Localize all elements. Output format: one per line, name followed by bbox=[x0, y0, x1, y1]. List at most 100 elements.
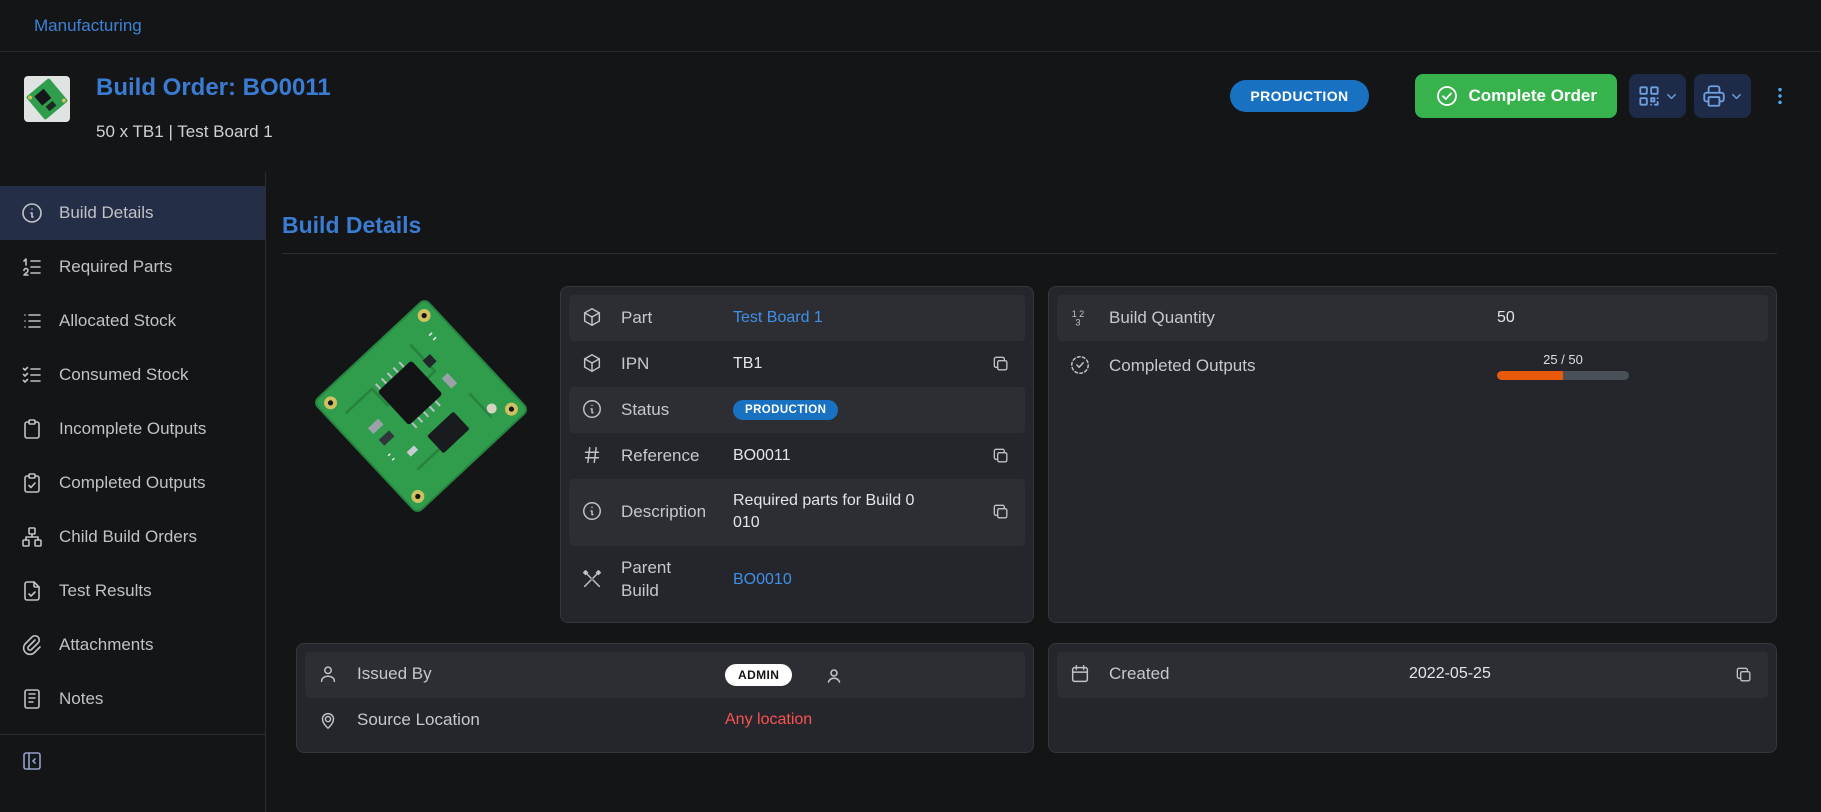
sidebar-item-label: Child Build Orders bbox=[59, 527, 197, 547]
breadcrumb: Manufacturing bbox=[0, 0, 1821, 52]
issued-by-badge: ADMIN bbox=[725, 664, 792, 686]
calendar-icon bbox=[1069, 663, 1093, 687]
header-actions: PRODUCTION Complete Order bbox=[1230, 74, 1791, 118]
part-details-card: Part Test Board 1 IPN TB1 bbox=[560, 286, 1034, 623]
sidebar-collapse-button[interactable] bbox=[20, 749, 44, 773]
detail-row-description: Description Required parts for Build 001… bbox=[569, 479, 1025, 546]
info-circle-icon bbox=[20, 201, 44, 225]
detail-label: Reference bbox=[621, 445, 733, 468]
breadcrumb-link-manufacturing[interactable]: Manufacturing bbox=[34, 16, 142, 36]
detail-label: Created bbox=[1109, 663, 1409, 686]
sidebar-item-label: Build Details bbox=[59, 203, 154, 223]
detail-label: Completed Outputs bbox=[1109, 355, 1497, 378]
copy-button[interactable] bbox=[1732, 663, 1756, 687]
barcode-actions-button[interactable] bbox=[1629, 74, 1686, 118]
info-circle-icon bbox=[581, 398, 605, 422]
sidebar-item-label: Required Parts bbox=[59, 257, 172, 277]
sidebar-item-incomplete-outputs[interactable]: Incomplete Outputs bbox=[0, 402, 265, 456]
user-icon bbox=[317, 663, 341, 687]
svg-text:3: 3 bbox=[1075, 317, 1080, 327]
status-badge: PRODUCTION bbox=[1230, 80, 1368, 112]
clipboard-icon bbox=[20, 417, 44, 441]
detail-value: Required parts for Build 0010 bbox=[733, 490, 917, 535]
sidebar-item-notes[interactable]: Notes bbox=[0, 672, 265, 726]
part-image bbox=[296, 286, 546, 623]
detail-label: Description bbox=[621, 501, 733, 524]
detail-row-ipn: IPN TB1 bbox=[569, 341, 1025, 387]
chevron-down-icon bbox=[1729, 89, 1744, 104]
sidebar-item-completed-outputs[interactable]: Completed Outputs bbox=[0, 456, 265, 510]
list-icon bbox=[20, 309, 44, 333]
main-panel: Build Details bbox=[266, 172, 1821, 812]
detail-row-part: Part Test Board 1 bbox=[569, 295, 1025, 341]
user-circle-icon bbox=[822, 663, 846, 687]
progress-fill bbox=[1497, 371, 1563, 380]
sidebar-collapse-icon bbox=[20, 749, 44, 773]
sidebar-item-allocated-stock[interactable]: Allocated Stock bbox=[0, 294, 265, 348]
heading-divider bbox=[282, 253, 1777, 254]
complete-order-button[interactable]: Complete Order bbox=[1415, 74, 1617, 118]
details-grid: Part Test Board 1 IPN TB1 bbox=[296, 286, 1777, 753]
detail-label: Status bbox=[621, 399, 733, 422]
dots-vertical-icon bbox=[1769, 85, 1791, 107]
sidebar: Build Details Required Parts Allocated S… bbox=[0, 172, 266, 812]
list-check-icon bbox=[20, 363, 44, 387]
sidebar-item-child-build-orders[interactable]: Child Build Orders bbox=[0, 510, 265, 564]
page-header: Build Order: BO0011 50 x TB1 | Test Boar… bbox=[0, 52, 1821, 172]
detail-label: Source Location bbox=[357, 709, 725, 732]
copy-button[interactable] bbox=[989, 352, 1013, 376]
hash-icon bbox=[581, 444, 605, 468]
sidebar-item-label: Allocated Stock bbox=[59, 311, 176, 331]
sidebar-footer bbox=[0, 734, 265, 787]
copy-icon bbox=[991, 446, 1011, 466]
sitemap-icon bbox=[20, 525, 44, 549]
copy-icon bbox=[991, 502, 1011, 522]
detail-row-completed-outputs: Completed Outputs 25 / 50 bbox=[1057, 341, 1768, 391]
created-details-card: Created 2022-05-25 bbox=[1048, 643, 1777, 753]
list-numbers-icon bbox=[20, 255, 44, 279]
sidebar-item-attachments[interactable]: Attachments bbox=[0, 618, 265, 672]
sidebar-item-build-details[interactable]: Build Details bbox=[0, 186, 265, 240]
copy-button[interactable] bbox=[989, 444, 1013, 468]
info-circle-icon bbox=[581, 500, 605, 524]
detail-label: Parent Build bbox=[621, 557, 733, 603]
progress-label: 25 / 50 bbox=[1497, 352, 1629, 367]
notes-icon bbox=[20, 687, 44, 711]
detail-label: Issued By bbox=[357, 663, 725, 686]
panel-heading: Build Details bbox=[282, 212, 1777, 239]
detail-label: Build Quantity bbox=[1109, 307, 1497, 330]
complete-order-label: Complete Order bbox=[1469, 86, 1597, 106]
parent-build-link[interactable]: BO0010 bbox=[733, 569, 792, 591]
detail-row-build-quantity: 1 2 3 Build Quantity 50 bbox=[1057, 295, 1768, 341]
build-thumbnail[interactable] bbox=[24, 76, 70, 122]
numbers-123-icon: 1 2 3 bbox=[1069, 306, 1093, 330]
source-location-value: Any location bbox=[725, 709, 812, 731]
print-actions-button[interactable] bbox=[1694, 74, 1751, 118]
part-link[interactable]: Test Board 1 bbox=[733, 307, 823, 329]
completed-outputs-progress: 25 / 50 bbox=[1497, 352, 1629, 380]
sidebar-item-label: Incomplete Outputs bbox=[59, 419, 206, 439]
detail-value: 50 bbox=[1497, 307, 1515, 329]
page-title: Build Order: BO0011 bbox=[96, 74, 331, 102]
sidebar-item-label: Consumed Stock bbox=[59, 365, 188, 385]
box-icon bbox=[581, 352, 605, 376]
issue-details-card: Issued By ADMIN Source Location bbox=[296, 643, 1034, 753]
detail-row-status: Status PRODUCTION bbox=[569, 387, 1025, 433]
created-value: 2022-05-25 bbox=[1409, 663, 1491, 685]
circle-check-icon bbox=[1435, 84, 1459, 108]
sidebar-item-consumed-stock[interactable]: Consumed Stock bbox=[0, 348, 265, 402]
sidebar-item-label: Completed Outputs bbox=[59, 473, 205, 493]
content: Build Details Required Parts Allocated S… bbox=[0, 172, 1821, 812]
more-actions-button[interactable] bbox=[1769, 74, 1791, 118]
detail-value: TB1 bbox=[733, 353, 762, 375]
copy-button[interactable] bbox=[989, 500, 1013, 524]
detail-label: Part bbox=[621, 307, 733, 330]
copy-icon bbox=[1734, 665, 1754, 685]
paperclip-icon bbox=[20, 633, 44, 657]
copy-icon bbox=[991, 354, 1011, 374]
progress-check-icon bbox=[1069, 354, 1093, 378]
detail-row-parent-build: Parent Build BO0010 bbox=[569, 546, 1025, 614]
file-report-icon bbox=[20, 579, 44, 603]
sidebar-item-required-parts[interactable]: Required Parts bbox=[0, 240, 265, 294]
sidebar-item-test-results[interactable]: Test Results bbox=[0, 564, 265, 618]
